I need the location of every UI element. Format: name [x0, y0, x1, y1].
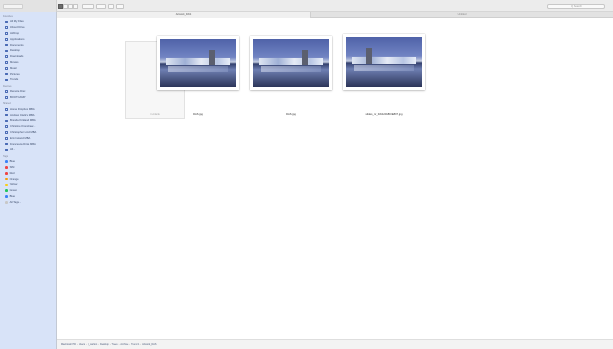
globe-icon — [5, 148, 8, 152]
sidebar-item-label: Remote Disc — [10, 90, 26, 94]
tab-bar: Artwork_DAS Untitled — [57, 12, 613, 18]
image-thumbnail[interactable] — [343, 34, 425, 90]
tag-dot-icon — [5, 160, 8, 163]
tab-inactive[interactable]: Untitled — [311, 12, 613, 18]
display-icon — [5, 142, 8, 146]
file-label[interactable]: DAS.jpg — [157, 113, 239, 116]
music-icon — [5, 66, 8, 70]
sidebar-item-label: Orange — [9, 177, 19, 181]
file-label[interactable]: slides_nr_DAS2018KIE807.jpg — [333, 113, 435, 116]
display-icon — [5, 136, 8, 140]
path-crumb[interactable]: Macintosh HD — [61, 343, 76, 346]
disc-icon — [5, 90, 8, 93]
tag-dot-icon — [5, 195, 8, 198]
path-crumb[interactable]: Archive — [120, 343, 128, 346]
documents-icon — [5, 43, 8, 47]
sidebar-item-label: Christine Kronshaw... — [10, 125, 36, 129]
movies-icon — [5, 61, 8, 64]
path-crumb[interactable]: Trend 1 — [131, 343, 139, 346]
cloud-icon — [5, 26, 8, 29]
sidebar-item-label: Blue — [9, 194, 15, 198]
sidebar-item-label: Home Dropbox MBA — [10, 107, 35, 111]
sidebar-item-label: Desktop — [10, 49, 20, 53]
sidebar-item-label: BOOTCAMP — [10, 95, 26, 99]
view-mode-switcher[interactable] — [58, 4, 78, 9]
chevron-right-icon: › — [77, 343, 78, 346]
tab-active[interactable]: Artwork_DAS — [57, 12, 311, 18]
path-crumb[interactable]: Trees — [112, 343, 118, 346]
image-thumbnail[interactable] — [157, 36, 239, 90]
sidebar-item-label: Pictures — [10, 72, 20, 76]
window-controls[interactable] — [3, 4, 23, 9]
sidebar-item-label: Movies — [10, 60, 19, 64]
display-icon — [5, 113, 8, 117]
path-crumb[interactable]: Users — [79, 343, 85, 346]
gallery-view-button[interactable] — [73, 4, 78, 9]
downloads-icon — [5, 55, 8, 58]
arrange-button[interactable] — [82, 4, 94, 9]
folder-icon — [5, 78, 8, 82]
sidebar-item-label: All... — [10, 148, 16, 152]
search-input[interactable]: Q Search — [547, 4, 605, 9]
sidebar-item-label: Francesca Dinis MBA — [10, 142, 36, 146]
building-photo — [346, 37, 422, 87]
sidebar-item-label: iCloud Drive — [10, 26, 25, 30]
sidebar-item-label: Applications — [10, 37, 25, 41]
pictures-icon — [5, 72, 8, 76]
airdrop-icon — [5, 32, 8, 35]
all-files-icon — [5, 20, 8, 24]
path-crumb[interactable]: Desktop — [100, 343, 109, 346]
sidebar-item-label: Andrew Clark's MBA — [10, 113, 35, 117]
sidebar-item-label: Christopher Lind MBA — [10, 130, 37, 134]
chevron-right-icon: › — [98, 343, 99, 346]
display-icon — [5, 107, 8, 111]
display-icon — [5, 119, 8, 123]
tags-button[interactable] — [116, 4, 124, 9]
tag-dot-icon — [5, 183, 8, 187]
tag-dot-icon — [5, 171, 8, 175]
applications-icon — [5, 37, 8, 41]
disk-icon — [5, 96, 8, 99]
tag-dot-icon — [5, 189, 8, 192]
sidebar-item-label: All Tags... — [9, 200, 22, 204]
file-grid: rn-blank DAS.jpg DAS.jpg slides_nr_DAS20… — [57, 19, 613, 339]
sidebar-item-label: Blue — [9, 160, 15, 164]
sidebar-item-label: Brenda Kirkland MBA — [10, 119, 36, 123]
sidebar-item-label: Yellow — [9, 183, 18, 187]
toolbar: Q Search — [0, 0, 613, 12]
file-label[interactable]: DAS.jpg — [250, 113, 332, 116]
chevron-right-icon: › — [140, 343, 142, 346]
building-photo — [253, 39, 329, 87]
path-bar: Macintosh HD›Users›r_carlton›Desktop›Tre… — [57, 339, 613, 349]
image-thumbnail[interactable] — [250, 36, 332, 90]
sidebar-item-label: AirDrop — [10, 31, 20, 35]
path-crumb[interactable]: r_carlton — [88, 343, 97, 346]
sidebar-item-label: Downloads — [10, 55, 24, 59]
chevron-right-icon: › — [86, 343, 87, 346]
building-photo — [160, 39, 236, 87]
path-crumb[interactable]: Artwork_DAS — [142, 343, 156, 346]
sidebar-item-label: Music — [10, 66, 18, 70]
tag-dot-icon — [5, 177, 8, 181]
display-icon — [5, 131, 8, 134]
tag-dot-icon — [5, 200, 8, 204]
sidebar: Favorites All My Files iCloud Drive AirDrop… — [0, 12, 57, 349]
sidebar-item-label: Trends — [10, 78, 19, 82]
sidebar-item[interactable]: All Tags... — [0, 199, 56, 205]
sidebar-item-label: SIM — [9, 165, 15, 169]
action-gear-button[interactable] — [96, 4, 106, 9]
desktop-icon — [5, 49, 8, 53]
sidebar-item-label: All My Files — [10, 20, 24, 24]
display-icon — [5, 125, 8, 128]
tag-dot-icon — [5, 166, 8, 169]
sidebar-item-label: Erin Ireland MBA — [10, 136, 31, 140]
share-button[interactable] — [108, 4, 114, 9]
sidebar-item-label: Green — [9, 189, 18, 193]
sidebar-item-label: Documents — [10, 43, 24, 47]
chevron-right-icon: › — [109, 343, 111, 346]
sidebar-item-label: Red — [9, 171, 15, 175]
